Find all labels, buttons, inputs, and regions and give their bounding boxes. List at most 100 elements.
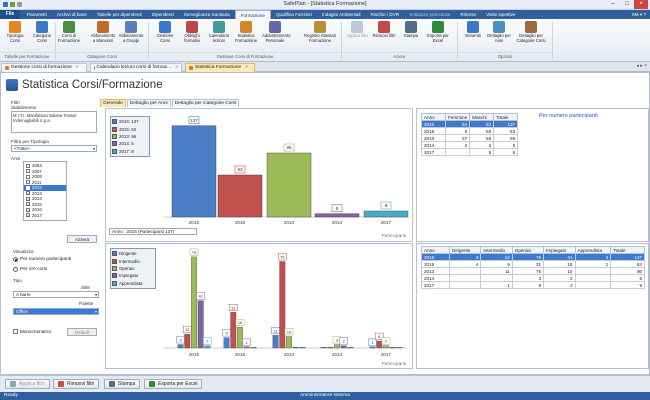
registro-attestati-button[interactable]: Registro Attestati Formazione [302, 21, 338, 43]
role-table-panel: Anno Dirigente Intermedio Operaio Impiegato A… [416, 243, 649, 369]
ribbon-tab[interactable]: Tabelle per dipendenti [92, 10, 147, 19]
checkbox[interactable] [26, 180, 30, 185]
close-tab-icon[interactable]: × [245, 64, 248, 72]
abbinamento-gruppi-button[interactable]: Abbinamento a Gruppi [118, 21, 144, 43]
tab-scroll-controls[interactable]: ◂ ▸ × [636, 63, 647, 69]
column-header[interactable]: Anno [421, 113, 446, 121]
dettaglio-anni-button[interactable]: Dettaglio per Anni [486, 21, 512, 43]
doc-tab[interactable]: Gestione corsi di formazione × [1, 63, 87, 72]
column-header[interactable]: Anno [421, 246, 450, 254]
table-row[interactable]: 2014 2 3 5 [421, 141, 519, 149]
table-row[interactable]: 2016 55 82 137 [421, 120, 519, 128]
checkbox[interactable]: ✓ [26, 213, 30, 218]
column-header[interactable]: Femmine [444, 113, 471, 121]
gestione-corsi-button[interactable]: Gestione Corsi [152, 21, 178, 43]
style-select[interactable]: A barre ▾ [13, 291, 99, 298]
bar [286, 336, 292, 349]
minimize-button[interactable]: – [606, 0, 620, 9]
checkbox[interactable] [26, 169, 30, 174]
stats-tab[interactable]: Dettaglio per Anni [126, 99, 171, 107]
ribbon-tab[interactable]: Archivi di base [52, 10, 92, 19]
ribbon-tab[interactable]: Parametri [22, 10, 52, 19]
checkbox[interactable]: ✓ [26, 196, 30, 201]
user-menu[interactable]: SM ▾ ? [632, 10, 646, 19]
plant-item[interactable]: M.I.T.I. Manifattura Italiana Tessuti In… [13, 113, 95, 123]
table-cell: 2016 [421, 120, 446, 128]
table-row[interactable]: 2013 11 75 10 96 [421, 267, 645, 275]
print-button[interactable]: Stampa [104, 379, 141, 389]
export-excel-button[interactable]: Esporta per Excel [144, 379, 203, 389]
ribbon-tab[interactable]: Formazione [234, 10, 271, 19]
apply-filters-button[interactable]: Applica filtri [5, 379, 50, 389]
table-row[interactable]: 2017 1 6 2 9 [421, 281, 645, 289]
table-row[interactable]: 2015 4 9 31 18 1 63 [421, 260, 645, 268]
calendario-lezioni-button[interactable]: Calendario lezioni [206, 21, 232, 43]
gender-table[interactable]: Anno Femmine Maschi Totale 2016 55 82 137 2015 5 5… [421, 113, 519, 156]
column-header[interactable]: Impiegato [543, 246, 576, 254]
ribbon-tab[interactable]: Dipendenti [147, 10, 179, 19]
default-button[interactable]: Default [67, 328, 97, 336]
ribbon-tab[interactable]: Qualifica Fornitori [271, 10, 317, 19]
doc-tab[interactable]: Calendario lezioni corsi di formaz... × [90, 63, 182, 72]
checkbox[interactable]: ✓ [26, 207, 30, 212]
checkbox[interactable] [26, 174, 30, 179]
stampa-button[interactable]: Stampa [398, 21, 424, 39]
close-button[interactable]: × [634, 0, 648, 9]
dettaglio-categorie-button[interactable]: Dettaglio per Categorie Corsi [514, 21, 548, 43]
checkbox[interactable]: ✓ [26, 185, 30, 190]
ribbon-tab[interactable]: Sostanze pericolose [404, 10, 455, 19]
tipologia-corsi-button[interactable]: Tipologia Corsi [2, 21, 28, 43]
remove-filters-button[interactable]: Rimuovi filtri [53, 379, 100, 389]
column-header[interactable]: Dirigente [448, 246, 482, 254]
stats-tab[interactable]: Dettaglio per Categorie Corsi [171, 99, 240, 107]
role-table[interactable]: Anno Dirigente Intermedio Operaio Impiegato A… [421, 246, 645, 289]
checkbox[interactable]: ✓ [26, 202, 30, 207]
close-tab-icon[interactable]: × [76, 64, 79, 72]
column-header[interactable]: Intermedio [480, 246, 513, 254]
ribbon-tab[interactable]: Indagini Ambientali [317, 10, 366, 19]
ribbon-tab[interactable]: Sorveglianza Sanitaria [179, 10, 235, 19]
doc-tab[interactable]: Statistica Formazione × [185, 63, 255, 72]
year-item[interactable]: ✓ 2017 [24, 213, 66, 219]
corsi-formazione-button[interactable]: Corsi di Formazione [56, 21, 82, 43]
ribbon-tab[interactable]: Rischio / DVR [366, 10, 405, 19]
rimuovi-filtri-button[interactable]: Rimuovi filtri [371, 21, 397, 39]
statistica-formazione-button[interactable]: Statistica Formazione [233, 21, 259, 43]
filters-panel: Filtri Stabilimento M.I.T.I. Manifattura… [11, 100, 99, 348]
table-row[interactable]: 2017 9 9 [421, 148, 519, 156]
table-row[interactable]: 2015 5 58 63 [421, 127, 519, 135]
generali-button[interactable]: Generali [460, 21, 486, 39]
column-header[interactable]: Totale [610, 246, 645, 254]
column-header[interactable]: Maschi [469, 113, 495, 121]
type-filter-select[interactable]: <Tutte> ▾ [11, 145, 97, 152]
column-header[interactable]: Operaio [511, 246, 545, 254]
palette-select[interactable]: Office ▾ [13, 308, 99, 315]
abbinamento-mansioni-button[interactable]: Abbinamento a Mansioni [90, 21, 116, 43]
by-participants-radio[interactable]: Per numero partecipanti [13, 257, 71, 262]
ribbon-tab[interactable]: Visite ispettive [481, 10, 520, 19]
checkbox[interactable] [26, 163, 30, 168]
monochrome-checkbox[interactable]: Monocromatico [13, 329, 51, 334]
close-tab-icon[interactable]: × [175, 64, 178, 72]
table-row[interactable]: 2013 37 59 96 [421, 134, 519, 142]
obblighi-formativi-button[interactable]: Obblighi formativi [179, 21, 205, 43]
file-tab[interactable]: File [0, 10, 20, 19]
participants-bar-chart[interactable]: 137 2016 63 2015 96 2013 5 2014 9 2017 Partecipant… [106, 109, 414, 243]
reset-button[interactable]: Azzera [67, 235, 97, 243]
esporta-excel-button[interactable]: Esporta per Excel [425, 21, 451, 43]
applica-filtri-button[interactable]: Applica filtri [344, 21, 370, 39]
categorie-corsi-button[interactable]: Categorie Corsi [29, 21, 55, 43]
table-row[interactable]: 2016 3 12 79 41 2 137 [421, 253, 645, 261]
years-list[interactable]: 2004 2007 2008 2011 ✓ 2012 ✓ 2013 ✓ 2014 ✓ 2015 ✓ 201… [23, 161, 67, 221]
checkbox[interactable]: ✓ [26, 191, 30, 196]
column-header[interactable]: Apprendista [574, 246, 612, 254]
ribbon-tab[interactable]: Risorse [455, 10, 481, 19]
addestramento-personale-button[interactable]: Addestramento Personale [262, 21, 290, 43]
stats-tab[interactable]: Generale [100, 99, 126, 107]
by-hours-radio[interactable]: Per ore corsi [13, 267, 47, 272]
help-icon[interactable]: ? [643, 12, 646, 17]
plant-list[interactable]: M.I.T.I. Manifattura Italiana Tessuti In… [11, 111, 97, 133]
column-header[interactable]: Totale [493, 113, 519, 121]
maximize-button[interactable]: □ [620, 0, 634, 9]
table-row[interactable]: 2014 3 2 5 [421, 274, 645, 282]
